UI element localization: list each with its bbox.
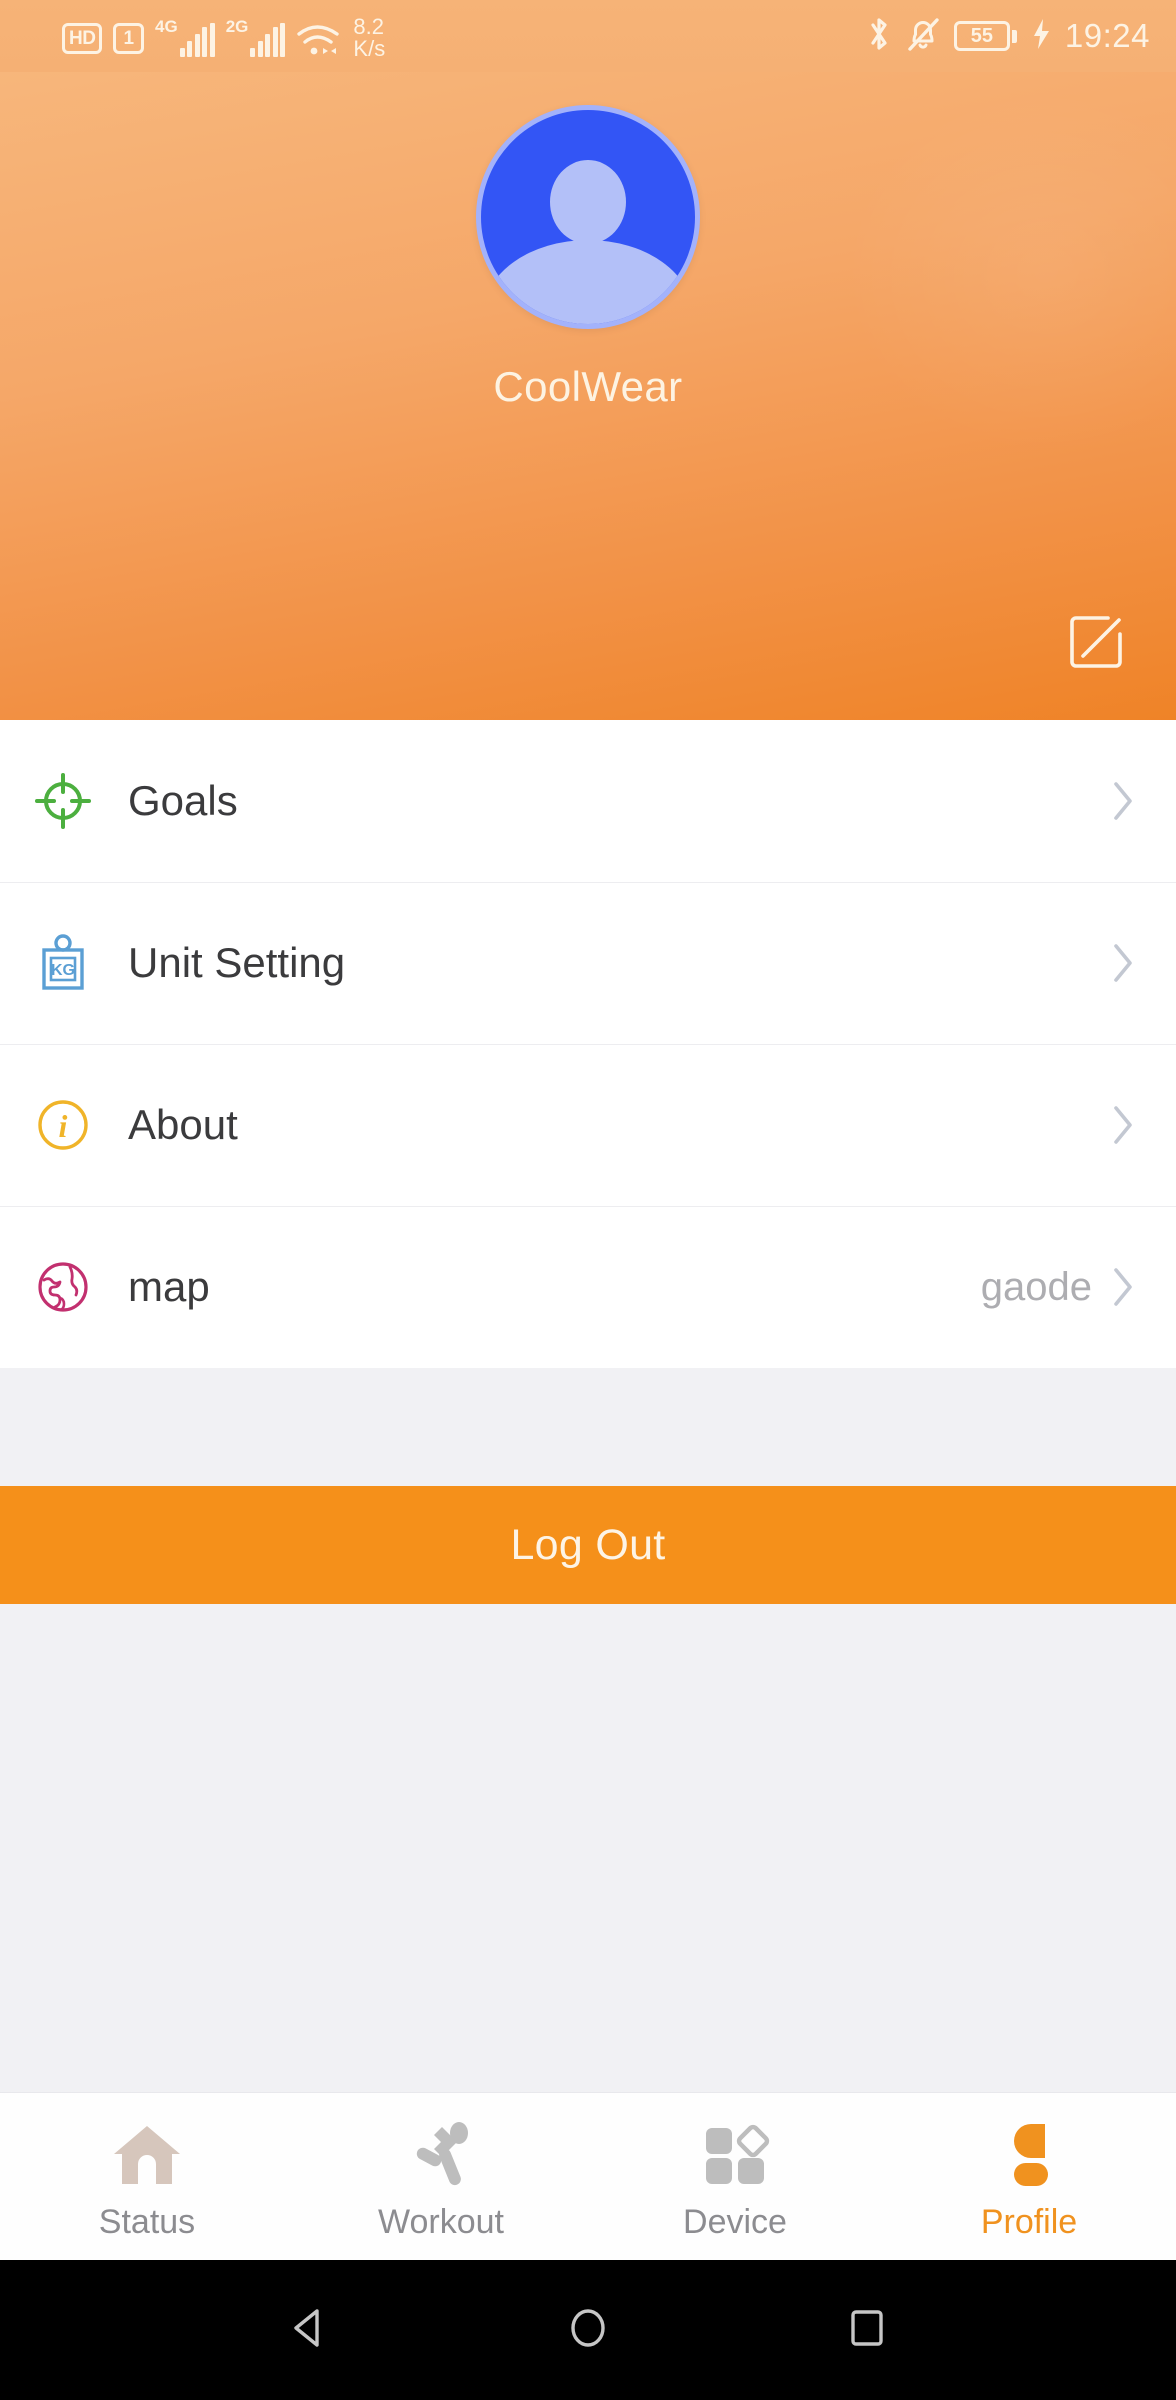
sim-icon: 1 [113,23,145,54]
signal-bars-icon-1: 4G [155,18,215,57]
list-item-label: map [128,1263,210,1310]
tab-label: Device [683,2203,787,2241]
charging-bolt-icon [1031,17,1051,56]
tab-profile[interactable]: Profile [882,2093,1176,2260]
bottom-tab-bar: Status Workout Device Profile [0,2092,1176,2260]
network-type-label-2: 2G [225,17,249,36]
svg-text:KG: KG [51,962,75,979]
wifi-icon [296,22,340,63]
list-section-gap [0,1368,1176,1486]
info-circle-icon: i [30,1096,96,1154]
list-item-map[interactable]: map gaode [0,1206,1176,1368]
status-bar-right: 55 19:24 [866,15,1150,58]
list-item-goals[interactable]: Goals [0,720,1176,882]
list-item-about[interactable]: i About [0,1044,1176,1206]
network-type-label-1: 4G [155,17,178,36]
android-nav-bar [0,2260,1176,2400]
profile-header: CoolWear [0,72,1176,720]
chevron-right-icon [1108,776,1138,826]
globe-icon [30,1258,96,1316]
avatar[interactable] [476,105,700,329]
running-icon [404,2117,478,2193]
chevron-right-icon [1108,1100,1138,1150]
list-item-unit-setting[interactable]: KG Unit Setting [0,882,1176,1044]
battery-icon: 55 [953,21,1017,51]
page-title: CoolWear [493,363,683,410]
person-avatar-icon [476,105,700,329]
status-bar-clock: 19:24 [1064,17,1150,54]
list-item-label: About [128,1101,238,1148]
network-speed-indicator: 8.2 K/s [353,14,386,62]
android-back-icon[interactable] [283,2302,335,2359]
list-item-value: gaode [980,1264,1092,1309]
devices-grid-icon [698,2117,772,2193]
list-item-label: Goals [128,777,238,824]
edit-pencil-icon [1066,616,1126,676]
tab-label: Status [98,2203,196,2241]
status-bar: HD 1 4G 2G 8.2 K/s 55 19:24 [0,0,1176,72]
bluetooth-icon [866,15,892,58]
log-out-button[interactable]: Log Out [0,1486,1176,1604]
signal-bars-icon-2: 2G [226,18,286,57]
tab-device[interactable]: Device [588,2093,882,2260]
list-item-label: Unit Setting [128,939,346,986]
svg-text:i: i [59,1108,68,1144]
status-bar-left: HD 1 4G 2G 8.2 K/s [62,10,385,62]
tab-label: Workout [378,2203,504,2241]
weight-kg-icon: KG [30,932,96,994]
tab-workout[interactable]: Workout [294,2093,588,2260]
android-recents-icon[interactable] [841,2302,893,2359]
android-home-icon[interactable] [562,2302,614,2359]
tab-status[interactable]: Status [0,2093,294,2260]
tab-label: Profile [980,2203,1078,2241]
content-filler [0,1604,1176,2092]
edit-profile-button[interactable] [1066,612,1126,672]
mute-bell-icon [906,16,940,57]
target-crosshair-icon [30,772,96,830]
hd-icon: HD [62,23,103,54]
battery-level-label: 55 [953,21,1010,51]
home-icon [110,2117,184,2193]
chevron-right-icon [1108,938,1138,988]
app-screen: HD 1 4G 2G 8.2 K/s 55 19:24 CoolWear Goa… [0,0,1176,2400]
chevron-right-icon [1108,1262,1138,1312]
settings-list: Goals KG Unit Setting i About map gaode [0,720,1176,1368]
person-icon [992,2117,1066,2193]
